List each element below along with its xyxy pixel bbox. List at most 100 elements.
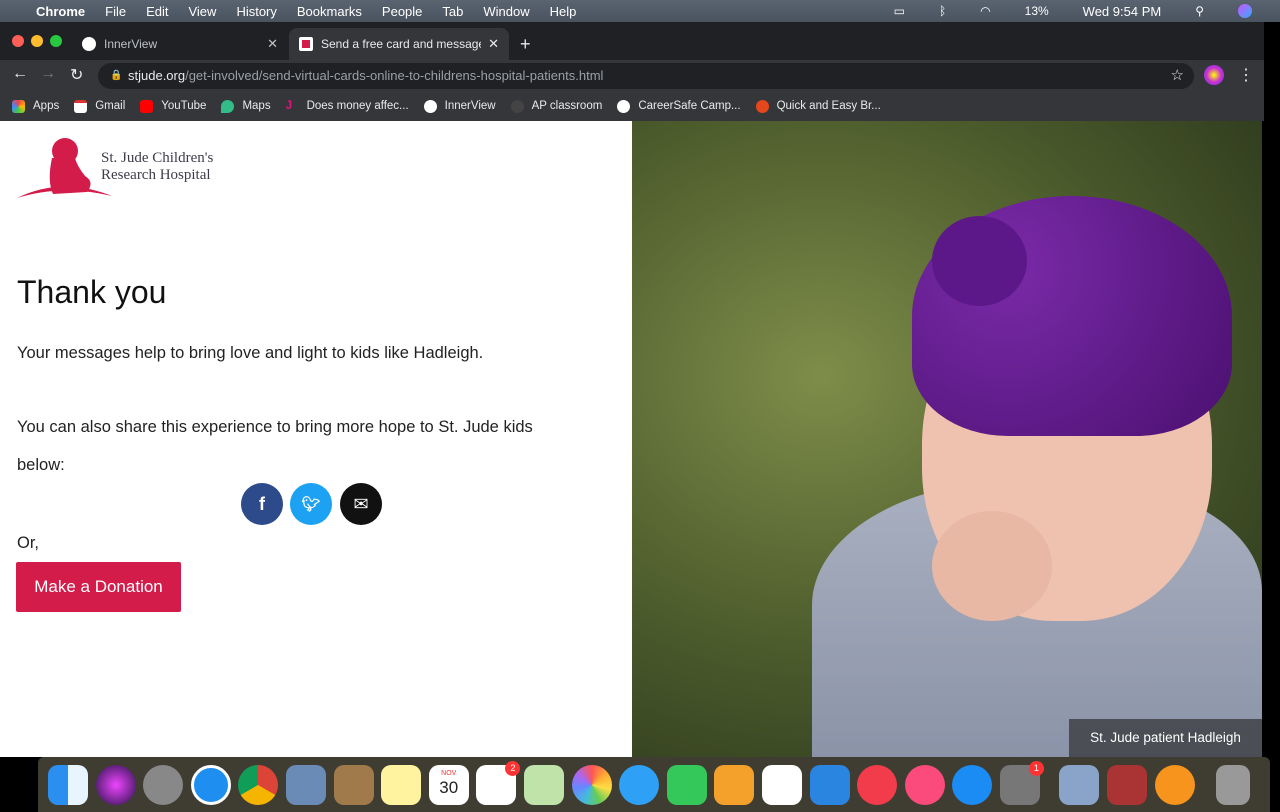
web-page: St. Jude Children's Research Hospital Th… xyxy=(0,121,1262,757)
youtube-icon xyxy=(140,99,154,113)
bookmarks-bar: Apps Gmail YouTube Maps J Does money affe… xyxy=(0,91,1264,121)
numbers-icon[interactable] xyxy=(761,764,802,805)
url-path: /get-involved/send-virtual-cards-online-… xyxy=(185,68,604,83)
stjude-favicon xyxy=(299,37,313,51)
calendar-icon[interactable]: NOV 30 xyxy=(428,764,469,805)
back-icon[interactable]: ← xyxy=(12,65,28,83)
music-icon[interactable] xyxy=(904,764,945,805)
bookmark-maps[interactable]: Maps xyxy=(221,99,271,113)
system-preferences-badge: 1 xyxy=(1028,760,1044,776)
notes-icon[interactable] xyxy=(381,764,422,805)
make-donation-button[interactable]: Make a Donation xyxy=(16,562,181,612)
or-label: Or, xyxy=(17,534,40,552)
maximize-window-button[interactable] xyxy=(50,35,62,47)
hands-shape xyxy=(932,511,1052,621)
menu-edit[interactable]: Edit xyxy=(146,4,168,19)
share-prompt-cont: below: xyxy=(17,456,65,474)
bookmark-youtube[interactable]: YouTube xyxy=(140,99,206,113)
tab-stjude[interactable]: Send a free card and message ✕ xyxy=(289,28,509,60)
siri-icon[interactable] xyxy=(95,764,136,805)
bookmark-innerview[interactable]: InnerView xyxy=(423,99,496,113)
keynote-icon[interactable] xyxy=(809,764,850,805)
star-icon[interactable]: ☆ xyxy=(1171,63,1184,89)
messages-icon[interactable] xyxy=(619,764,660,805)
dictionary-icon[interactable] xyxy=(1107,764,1148,805)
innerview-icon xyxy=(423,99,437,113)
books-icon[interactable] xyxy=(1154,764,1195,805)
reminders-badge: 2 xyxy=(505,760,521,776)
contacts-icon[interactable] xyxy=(333,764,374,805)
photo-caption: St. Jude patient Hadleigh xyxy=(1069,719,1262,757)
trash-icon[interactable] xyxy=(1216,764,1251,805)
bookmark-money[interactable]: J Does money affec... xyxy=(286,100,409,113)
twitter-share-button[interactable]: 🐦︎ xyxy=(290,483,332,525)
gmail-icon xyxy=(74,99,88,113)
profile-avatar[interactable] xyxy=(1204,65,1224,85)
clock[interactable]: Wed 9:54 PM xyxy=(1083,4,1162,19)
maps-icon[interactable] xyxy=(523,764,564,805)
app-store-icon[interactable] xyxy=(952,764,993,805)
bookmark-apps[interactable]: Apps xyxy=(12,99,59,113)
email-share-button[interactable]: ✉ xyxy=(340,483,382,525)
chrome-icon[interactable] xyxy=(238,764,279,805)
menu-view[interactable]: View xyxy=(188,4,216,19)
launchpad-icon[interactable] xyxy=(143,764,184,805)
mail-stamp-icon[interactable] xyxy=(285,764,326,805)
airplay-icon[interactable]: ▭ xyxy=(894,4,905,18)
system-preferences-icon[interactable]: 1 xyxy=(999,760,1044,805)
logo-line-1: St. Jude Children's xyxy=(101,150,214,166)
bookmark-gmail[interactable]: Gmail xyxy=(74,99,125,113)
tab-label: Send a free card and message xyxy=(321,37,481,51)
logo-line-2: Research Hospital xyxy=(101,167,211,183)
twitter-icon: 🐦︎ xyxy=(301,496,321,513)
siri-icon[interactable] xyxy=(1238,4,1252,18)
tab-innerview[interactable]: InnerView ✕ xyxy=(72,28,288,60)
innerview-icon xyxy=(82,37,96,51)
news-icon[interactable] xyxy=(857,764,898,805)
thanks-message: Your messages help to bring love and lig… xyxy=(17,344,484,362)
menu-app[interactable]: Chrome xyxy=(36,4,85,19)
email-icon: ✉ xyxy=(353,493,369,514)
menu-bar: Chrome File Edit View History Bookmarks … xyxy=(0,0,1280,22)
facebook-icon: f xyxy=(259,493,265,514)
pages-icon[interactable] xyxy=(714,764,755,805)
j-icon: J xyxy=(285,99,292,112)
bluetooth-icon[interactable]: ᛒ xyxy=(939,4,946,18)
address-bar[interactable]: 🔒 stjude.org/get-involved/send-virtual-c… xyxy=(98,63,1194,89)
facetime-icon[interactable] xyxy=(666,764,707,805)
share-prompt: You can also share this experience to br… xyxy=(17,418,533,436)
apps-grid-icon xyxy=(12,99,25,113)
menu-help[interactable]: Help xyxy=(550,4,577,19)
bookmark-careersafe[interactable]: CareerSafe Camp... xyxy=(617,99,741,113)
close-tab-icon[interactable]: ✕ xyxy=(267,36,278,52)
safari-icon[interactable] xyxy=(190,764,231,805)
bookmark-ap-classroom[interactable]: AP classroom xyxy=(510,99,602,113)
facebook-share-button[interactable]: f xyxy=(241,483,283,525)
bookmark-quick-easy[interactable]: Quick and Easy Br... xyxy=(755,99,881,113)
forward-icon[interactable]: → xyxy=(40,65,56,83)
photos-icon[interactable] xyxy=(571,764,612,805)
menu-window[interactable]: Window xyxy=(483,4,529,19)
menu-bookmarks[interactable]: Bookmarks xyxy=(297,4,362,19)
new-tab-button[interactable]: + xyxy=(510,28,541,60)
reminders-icon[interactable]: 2 xyxy=(476,760,521,805)
menu-dots-icon[interactable]: ⋮ xyxy=(1238,65,1254,85)
search-icon[interactable]: ⚲ xyxy=(1195,4,1204,18)
minimize-window-button[interactable] xyxy=(31,35,43,47)
menu-file[interactable]: File xyxy=(105,4,126,19)
close-tab-icon[interactable]: ✕ xyxy=(488,36,499,52)
menu-tab[interactable]: Tab xyxy=(442,4,463,19)
wifi-icon[interactable]: ◠ xyxy=(980,4,990,18)
browser-chrome: InnerView ✕ Send a free card and message… xyxy=(0,22,1264,121)
close-window-button[interactable] xyxy=(12,35,24,47)
patient-photo: St. Jude patient Hadleigh xyxy=(632,121,1262,757)
reload-icon[interactable]: ↻ xyxy=(70,65,83,85)
battery-percent[interactable]: 13% xyxy=(1025,4,1049,18)
finder-icon[interactable] xyxy=(48,764,88,805)
preview-icon[interactable] xyxy=(1059,764,1100,805)
page-title: Thank you xyxy=(17,274,167,310)
dock: NOV 30 2 1 xyxy=(38,757,1270,812)
menu-people[interactable]: People xyxy=(382,4,422,19)
menu-history[interactable]: History xyxy=(236,4,276,19)
stjude-logo[interactable]: St. Jude Children's Research Hospital xyxy=(17,136,232,201)
